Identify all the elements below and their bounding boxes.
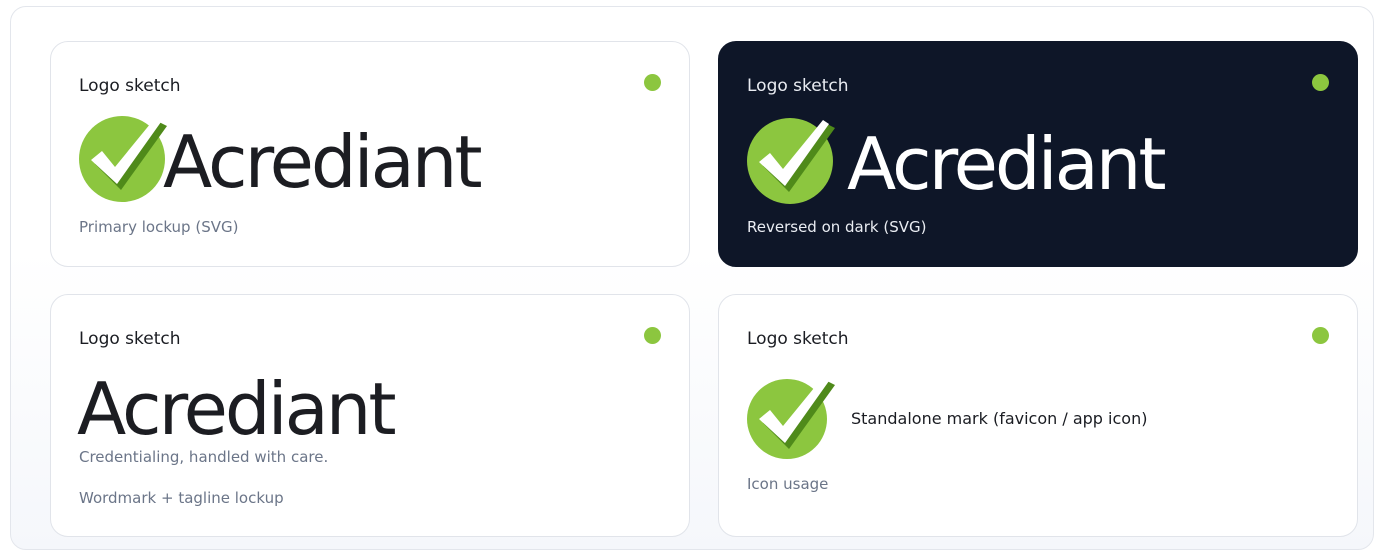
- wordmark: Acrediant: [163, 120, 483, 204]
- card-caption: Icon usage: [747, 475, 829, 493]
- status-dot-icon: [644, 74, 661, 91]
- wordmark: Acrediant: [77, 367, 397, 451]
- checkmark-circle-icon: [747, 377, 835, 459]
- checkmark-circle-icon: [79, 116, 167, 202]
- card-caption: Wordmark + tagline lockup: [79, 489, 284, 507]
- status-dot-icon: [644, 327, 661, 344]
- card-standalone-mark: Logo sketch Standalone mark (favicon / a…: [718, 294, 1358, 537]
- logo-sketch-board: Logo sketch Acrediant Primary lockup (SV…: [10, 6, 1374, 550]
- card-label: Logo sketch: [747, 76, 849, 96]
- card-caption: Reversed on dark (SVG): [747, 218, 927, 236]
- card-label: Logo sketch: [79, 329, 181, 349]
- card-label: Logo sketch: [747, 329, 849, 349]
- checkmark-circle-icon: [747, 118, 835, 204]
- card-caption: Primary lockup (SVG): [79, 218, 239, 236]
- tagline: Credentialing, handled with care.: [79, 448, 329, 466]
- mark-description: Standalone mark (favicon / app icon): [851, 409, 1148, 428]
- card-primary-lockup: Logo sketch Acrediant Primary lockup (SV…: [50, 41, 690, 267]
- card-reversed-lockup: Logo sketch Acrediant Reversed on dark (…: [718, 41, 1358, 267]
- wordmark: Acrediant: [847, 122, 1167, 206]
- card-wordmark-tagline: Logo sketch Acrediant Credentialing, han…: [50, 294, 690, 537]
- status-dot-icon: [1312, 74, 1329, 91]
- card-label: Logo sketch: [79, 76, 181, 96]
- status-dot-icon: [1312, 327, 1329, 344]
